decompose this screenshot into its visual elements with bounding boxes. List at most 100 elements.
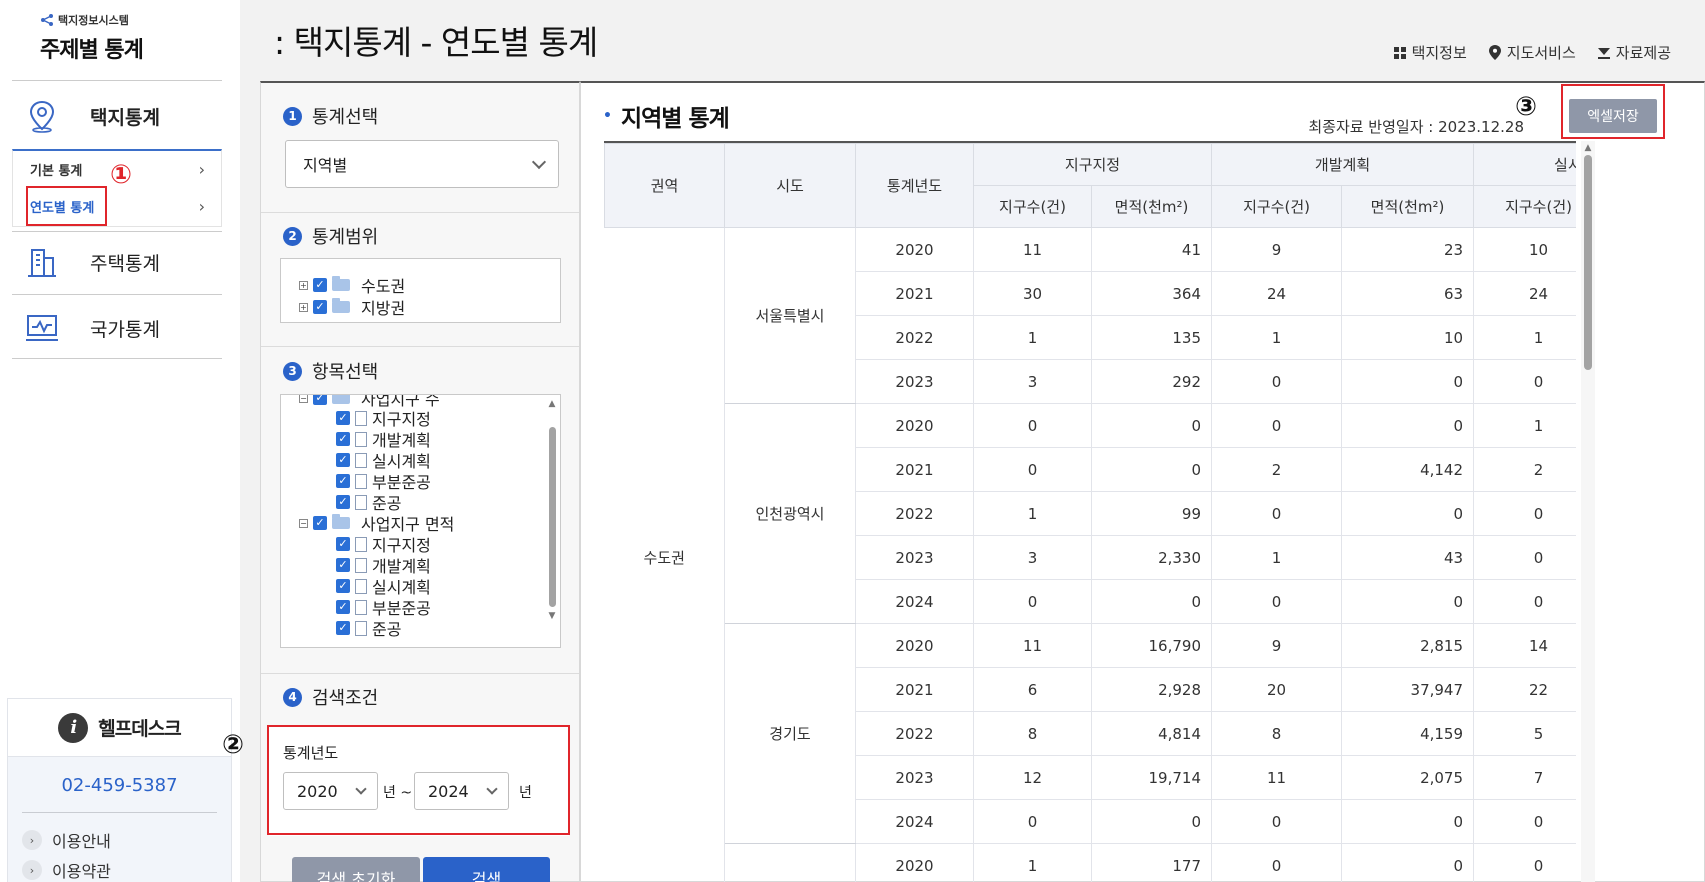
cell-value: 135 bbox=[1091, 315, 1213, 360]
tree-node-local[interactable]: + ✓ 지방권 bbox=[299, 295, 405, 319]
cell-value: 63 bbox=[1341, 271, 1475, 316]
header-area: 면적(천m²) bbox=[1341, 185, 1475, 228]
stats-table: 권역 시도 통계년도 지구지정 개발계획 실시계획 지구수(건) 면적(천m²)… bbox=[604, 143, 1576, 882]
section-item-select: 3 항목선택 bbox=[283, 358, 378, 384]
cell-value: 0 bbox=[1341, 799, 1475, 844]
cell-year: 2023 bbox=[855, 755, 974, 800]
step-number: 1 bbox=[283, 106, 302, 126]
collapse-icon[interactable]: − bbox=[299, 518, 308, 528]
menu-label: 택지통계 bbox=[90, 106, 160, 129]
header-group-designation: 지구지정 bbox=[972, 143, 1213, 186]
cell-year: 2020 bbox=[855, 843, 974, 882]
item-tree: − ✓ 사업지구 수 ✓ 지구지정 ✓ 개발계획 ✓ 실시계획 ✓ 부분준공 ✓ 준공 −… bbox=[280, 394, 561, 648]
top-link-data-provision[interactable]: 자료제공 bbox=[1597, 42, 1671, 63]
document-icon bbox=[355, 410, 367, 426]
cell-value: 0 bbox=[1473, 359, 1576, 404]
checkbox-checked-icon[interactable]: ✓ bbox=[336, 474, 350, 488]
menu-national-stats[interactable]: 국가통계 bbox=[12, 298, 222, 358]
system-logo[interactable]: 택지정보시스템 bbox=[40, 12, 129, 28]
checkbox-checked-icon[interactable]: ✓ bbox=[313, 300, 327, 314]
scroll-up-icon[interactable]: ▲ bbox=[1581, 143, 1595, 153]
menu-label: 주택통계 bbox=[90, 252, 160, 275]
checkbox-checked-icon[interactable]: ✓ bbox=[336, 558, 350, 572]
checkbox-checked-icon[interactable]: ✓ bbox=[336, 495, 350, 509]
header-region: 권역 bbox=[604, 143, 725, 228]
cell-value: 2,815 bbox=[1341, 623, 1475, 668]
checkbox-checked-icon[interactable]: ✓ bbox=[313, 516, 327, 530]
stats-table-wrapper: 권역 시도 통계년도 지구지정 개발계획 실시계획 지구수(건) 면적(천m²)… bbox=[604, 141, 1576, 882]
cell-year: 2020 bbox=[855, 403, 974, 448]
cell-value: 11 bbox=[973, 227, 1092, 272]
section-title: 통계범위 bbox=[312, 227, 379, 248]
header-group-development: 개발계획 bbox=[1211, 143, 1475, 186]
cell-sido: 인천광역시 bbox=[724, 403, 856, 624]
table-scrollbar[interactable]: ▲ bbox=[1581, 141, 1595, 882]
tree-node-capital[interactable]: + ✓ 수도권 bbox=[299, 273, 405, 297]
cell-value: 1 bbox=[973, 491, 1092, 536]
top-link-label: 자료제공 bbox=[1615, 44, 1671, 62]
tree-scrollbar[interactable]: ▲ ▼ bbox=[546, 399, 558, 643]
cell-value: 2 bbox=[1211, 447, 1343, 492]
cell-value: 30 bbox=[973, 271, 1092, 316]
checkbox-checked-icon[interactable]: ✓ bbox=[336, 579, 350, 593]
system-name: 택지정보시스템 bbox=[58, 14, 129, 27]
scroll-up-icon[interactable]: ▲ bbox=[546, 399, 558, 409]
step-number: 2 bbox=[283, 226, 302, 246]
expand-icon[interactable]: + bbox=[299, 302, 308, 312]
cell-value: 0 bbox=[1473, 843, 1576, 882]
document-icon bbox=[355, 620, 367, 636]
checkbox-checked-icon[interactable]: ✓ bbox=[336, 621, 350, 635]
main-panel: • 지역별 통계 최종자료 반영일자 : 2023.12.28 엑셀저장 권역 … bbox=[580, 81, 1705, 882]
chevron-right-icon: › bbox=[198, 197, 205, 216]
scroll-thumb[interactable] bbox=[1584, 155, 1592, 370]
step-number: 3 bbox=[283, 361, 302, 381]
scroll-thumb[interactable] bbox=[548, 427, 556, 607]
help-link-guide[interactable]: › 이용안내 bbox=[8, 825, 231, 855]
checkbox-checked-icon[interactable]: ✓ bbox=[336, 600, 350, 614]
expand-icon[interactable]: + bbox=[299, 280, 308, 290]
cell-value: 0 bbox=[1211, 403, 1343, 448]
tree-node-label: 지방권 bbox=[361, 299, 406, 318]
search-button[interactable]: 검색 bbox=[423, 857, 550, 882]
cell-year: 2024 bbox=[855, 579, 974, 624]
header-area: 면적(천m²) bbox=[1090, 185, 1213, 228]
download-icon bbox=[1597, 48, 1610, 59]
cell-value: 0 bbox=[1091, 799, 1213, 844]
table-row: 2020 1 177 0 0 0 bbox=[605, 843, 1576, 882]
checkbox-checked-icon[interactable]: ✓ bbox=[313, 278, 327, 292]
help-link-label: 이용약관 bbox=[52, 862, 111, 881]
header-count: 지구수(건) bbox=[1211, 185, 1343, 228]
reset-search-button[interactable]: 검색 초기화 bbox=[292, 857, 420, 882]
top-link-map-service[interactable]: 지도서비스 bbox=[1488, 42, 1576, 63]
cell-value: 1 bbox=[1473, 403, 1576, 448]
stat-type-select[interactable]: 지역별 bbox=[285, 140, 559, 188]
divider bbox=[12, 294, 222, 295]
scroll-down-icon[interactable]: ▼ bbox=[546, 611, 558, 621]
cell-value: 10 bbox=[1341, 315, 1475, 360]
checkbox-checked-icon[interactable]: ✓ bbox=[336, 411, 350, 425]
checkbox-checked-icon[interactable]: ✓ bbox=[336, 537, 350, 551]
tree-leaf[interactable]: ✓ 준공 bbox=[336, 616, 401, 640]
checkbox-checked-icon[interactable]: ✓ bbox=[336, 453, 350, 467]
cell-value: 9 bbox=[1211, 227, 1343, 272]
menu-taekji-stats[interactable]: 택지통계 bbox=[12, 86, 222, 146]
cell-value: 4,159 bbox=[1341, 711, 1475, 756]
annotation-number-1: ① bbox=[110, 160, 133, 190]
menu-label: 국가통계 bbox=[90, 318, 160, 341]
cell-value: 99 bbox=[1091, 491, 1213, 536]
collapse-icon[interactable]: − bbox=[299, 395, 308, 403]
help-link-terms[interactable]: › 이용약관 bbox=[8, 855, 231, 882]
cell-value: 0 bbox=[973, 403, 1092, 448]
cell-value: 0 bbox=[1211, 799, 1343, 844]
grid-icon bbox=[1393, 46, 1406, 59]
header-count: 지구수(건) bbox=[1473, 185, 1576, 228]
checkbox-checked-icon[interactable]: ✓ bbox=[336, 432, 350, 446]
cell-value: 22 bbox=[1473, 667, 1576, 712]
header-group-implementation: 실시계획 bbox=[1473, 143, 1576, 186]
cell-value: 0 bbox=[1473, 579, 1576, 624]
top-link-taekji-info[interactable]: 택지정보 bbox=[1393, 42, 1467, 63]
cell-value: 19,714 bbox=[1091, 755, 1213, 800]
checkbox-checked-icon[interactable]: ✓ bbox=[313, 395, 327, 405]
cell-value: 3 bbox=[973, 535, 1092, 580]
menu-housing-stats[interactable]: 주택통계 bbox=[12, 232, 222, 292]
